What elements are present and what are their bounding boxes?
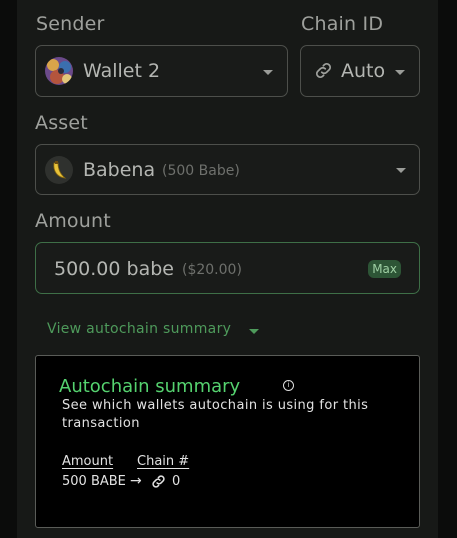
chain-id-label: Chain ID [301, 13, 384, 35]
amount-value: 500.00 babe [54, 258, 174, 280]
amount-input[interactable]: 500.00 babe ($20.00) Max [35, 242, 420, 294]
chevron-down-icon [263, 70, 273, 75]
banana-icon [45, 156, 73, 184]
link-icon [313, 60, 334, 81]
column-header-chain: Chain # [137, 454, 190, 469]
toggle-label: View autochain summary [47, 321, 232, 337]
summary-row-chain: 0 [172, 474, 181, 489]
view-autochain-summary-toggle[interactable]: View autochain summary [47, 321, 231, 337]
chevron-down-icon[interactable] [249, 329, 259, 334]
arrow-right-icon: → [130, 473, 142, 489]
asset-label: Asset [35, 112, 88, 134]
chain-id-select[interactable]: Auto [300, 45, 420, 97]
summary-description: See which wallets autochain is using for… [62, 398, 369, 431]
info-icon[interactable]: i [283, 380, 294, 391]
chevron-down-icon [396, 168, 406, 173]
chain-id-value: Auto [341, 60, 386, 82]
amount-label: Amount [35, 210, 111, 232]
asset-name: Babena [83, 159, 156, 181]
wallet-avatar-icon [45, 57, 73, 85]
chevron-down-icon [395, 70, 405, 75]
link-icon [150, 473, 167, 490]
sender-label: Sender [36, 13, 105, 35]
max-button[interactable]: Max [368, 260, 401, 278]
summary-title: Autochain summary [59, 376, 241, 397]
summary-row-amount: 500 BABE [62, 474, 126, 489]
asset-select[interactable]: Babena (500 Babe) [35, 144, 420, 195]
sender-value: Wallet 2 [83, 60, 161, 82]
sender-select[interactable]: Wallet 2 [35, 45, 288, 97]
amount-fiat: ($20.00) [182, 262, 242, 278]
column-header-amount: Amount [62, 454, 114, 469]
asset-balance: (500 Babe) [162, 163, 240, 179]
autochain-summary-box: Autochain summary i See which wallets au… [35, 355, 420, 528]
